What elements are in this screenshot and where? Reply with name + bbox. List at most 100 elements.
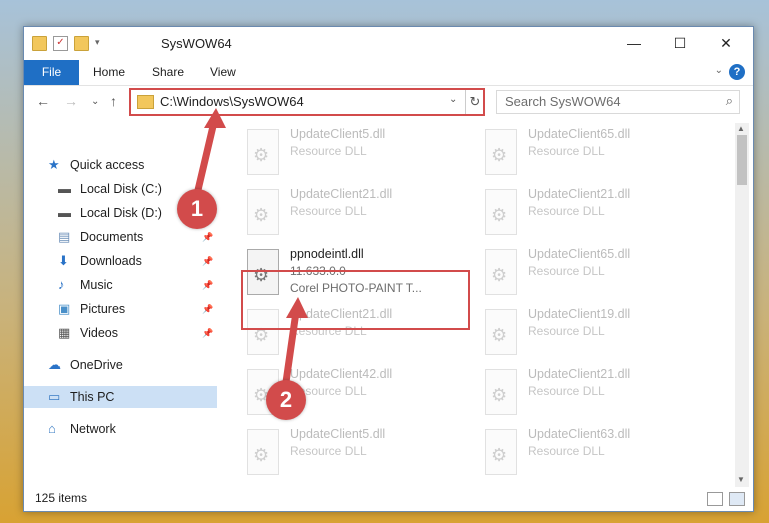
title-bar: ✓ ▾ SysWOW64 — ☐ ✕ [24, 27, 753, 60]
sidebar-item-label: Pictures [80, 302, 126, 316]
item-count: 125 items [35, 491, 88, 505]
search-icon: ⌕ [725, 93, 733, 108]
file-list: ⚙ UpdateClient5.dll Resource DLL ⚙ UpdateCli… [221, 123, 731, 487]
maximize-button[interactable]: ☐ [657, 27, 703, 59]
sidebar-item-label: Downloads [80, 254, 142, 268]
sidebar-item-label: Local Disk (C:) [80, 182, 162, 196]
videos-icon: ▦ [58, 325, 71, 340]
file-description: Resource DLL [528, 264, 605, 278]
dll-file-icon: ⚙ [481, 369, 521, 415]
pin-icon[interactable]: 📌 [202, 250, 213, 272]
sidebar-item-music[interactable]: ♪ Music 📌 [24, 274, 217, 296]
navigation-bar: ← → ⌄ ↑ C:\Windows\SysWOW64 ⌄ ↻ Search S… [24, 87, 753, 116]
refresh-button[interactable]: ↻ [465, 90, 484, 114]
file-tile[interactable]: ⚙ UpdateClient65.dll Resource DLL [479, 245, 709, 297]
recent-locations-button[interactable]: ⌄ [91, 96, 99, 107]
file-description: Resource DLL [528, 324, 605, 338]
music-icon: ♪ [58, 277, 65, 292]
star-icon: ★ [48, 157, 60, 172]
file-tile[interactable]: ⚙ UpdateClient21.dll Resource DLL [479, 365, 709, 417]
sidebar-item-network[interactable]: ⌂ Network [24, 418, 217, 440]
address-bar[interactable]: C:\Windows\SysWOW64 ⌄ ↻ [129, 88, 485, 116]
tab-share[interactable]: Share [152, 60, 184, 85]
folder-icon [137, 95, 154, 109]
sidebar-item-pictures[interactable]: ▣ Pictures 📌 [24, 298, 217, 320]
file-name: UpdateClient19.dll [528, 307, 631, 321]
customize-toolbar-icon[interactable]: ▾ [95, 37, 108, 50]
sidebar-item-label: Documents [80, 230, 144, 244]
file-tile[interactable]: ⚙ UpdateClient5.dll Resource DLL [241, 125, 471, 177]
new-folder-icon[interactable] [74, 36, 89, 51]
sidebar-item-downloads[interactable]: ⬇ Downloads 📌 [24, 250, 217, 272]
file-name: ppnodeintl.dll [290, 247, 364, 261]
sidebar-item-videos[interactable]: ▦ Videos 📌 [24, 322, 217, 344]
properties-icon[interactable]: ✓ [53, 36, 68, 51]
file-description: Resource DLL [528, 444, 605, 458]
address-dropdown-icon[interactable]: ⌄ [449, 94, 457, 105]
sidebar-item-onedrive[interactable]: ☁ OneDrive [24, 354, 217, 376]
pictures-icon: ▣ [58, 301, 71, 316]
file-name: UpdateClient21.dll [290, 187, 393, 201]
up-button[interactable]: ↑ [110, 93, 117, 109]
dll-file-icon: ⚙ [243, 129, 283, 175]
pin-icon[interactable]: 📌 [202, 298, 213, 320]
sidebar-item-this-pc[interactable]: ▭ This PC [24, 386, 217, 408]
file-name: UpdateClient42.dll [290, 367, 393, 381]
file-tile[interactable]: ⚙ UpdateClient21.dll Resource DLL [241, 185, 471, 237]
window-title: SysWOW64 [161, 36, 232, 51]
sidebar-item-documents[interactable]: ▤ Documents 📌 [24, 226, 217, 248]
sidebar-item-label: Network [70, 422, 116, 436]
file-tile[interactable]: ⚙ UpdateClient5.dll Resource DLL [241, 425, 471, 477]
search-input[interactable]: Search SysWOW64 ⌕ [496, 90, 740, 114]
tiles-view-icon[interactable] [729, 492, 745, 506]
step-marker-2: 2 [266, 380, 306, 420]
dll-file-icon: ⚙ [481, 309, 521, 355]
folder-icon[interactable] [32, 36, 47, 51]
minimize-button[interactable]: — [611, 27, 657, 59]
details-view-icon[interactable] [707, 492, 723, 506]
file-tile[interactable]: ⚙ UpdateClient21.dll Resource DLL [479, 185, 709, 237]
file-name: UpdateClient21.dll [528, 367, 631, 381]
help-icon[interactable]: ? [729, 64, 745, 80]
status-bar: 125 items [24, 487, 753, 511]
ribbon-tabs: File Home Share View ⌄ ? [24, 60, 753, 86]
step-marker-1: 1 [177, 189, 217, 229]
tab-home[interactable]: Home [93, 60, 125, 85]
pin-icon[interactable]: 📌 [202, 322, 213, 344]
pin-icon[interactable]: 📌 [202, 226, 213, 248]
documents-icon: ▤ [58, 229, 71, 244]
drive-icon: ▬ [58, 205, 71, 220]
network-icon: ⌂ [48, 421, 56, 436]
back-button[interactable]: ← [36, 93, 50, 109]
sidebar-item-quick-access[interactable]: ★ Quick access [24, 154, 217, 176]
download-icon: ⬇ [58, 253, 69, 268]
drive-icon: ▬ [58, 181, 71, 196]
file-name: UpdateClient5.dll [290, 427, 386, 441]
dll-file-icon: ⚙ [481, 249, 521, 295]
file-description: Resource DLL [290, 144, 367, 158]
explorer-window: ✓ ▾ SysWOW64 — ☐ ✕ File Home Share View … [23, 26, 754, 512]
forward-button[interactable]: → [64, 93, 78, 109]
tab-file[interactable]: File [24, 60, 79, 85]
collapse-ribbon-icon[interactable]: ⌄ [715, 65, 723, 76]
cloud-icon: ☁ [48, 357, 61, 372]
pin-icon[interactable]: 📌 [202, 274, 213, 296]
vertical-scrollbar[interactable]: ▲ ▼ [735, 123, 749, 487]
scrollbar-thumb[interactable] [737, 135, 747, 185]
file-description: Resource DLL [290, 204, 367, 218]
file-name: UpdateClient21.dll [528, 187, 631, 201]
dll-file-icon: ⚙ [481, 189, 521, 235]
scroll-up-icon[interactable]: ▲ [737, 124, 745, 133]
scroll-down-icon[interactable]: ▼ [737, 475, 745, 484]
search-placeholder: Search SysWOW64 [505, 94, 621, 109]
tab-view[interactable]: View [210, 60, 236, 85]
close-button[interactable]: ✕ [703, 27, 749, 59]
file-tile[interactable]: ⚙ UpdateClient19.dll Resource DLL [479, 305, 709, 357]
file-description: Resource DLL [528, 204, 605, 218]
file-name: UpdateClient5.dll [290, 127, 386, 141]
file-tile[interactable]: ⚙ UpdateClient63.dll Resource DLL [479, 425, 709, 477]
file-tile[interactable]: ⚙ UpdateClient65.dll Resource DLL [479, 125, 709, 177]
file-name: UpdateClient63.dll [528, 427, 631, 441]
file-name: UpdateClient65.dll [528, 127, 631, 141]
address-path[interactable]: C:\Windows\SysWOW64 [160, 94, 304, 109]
